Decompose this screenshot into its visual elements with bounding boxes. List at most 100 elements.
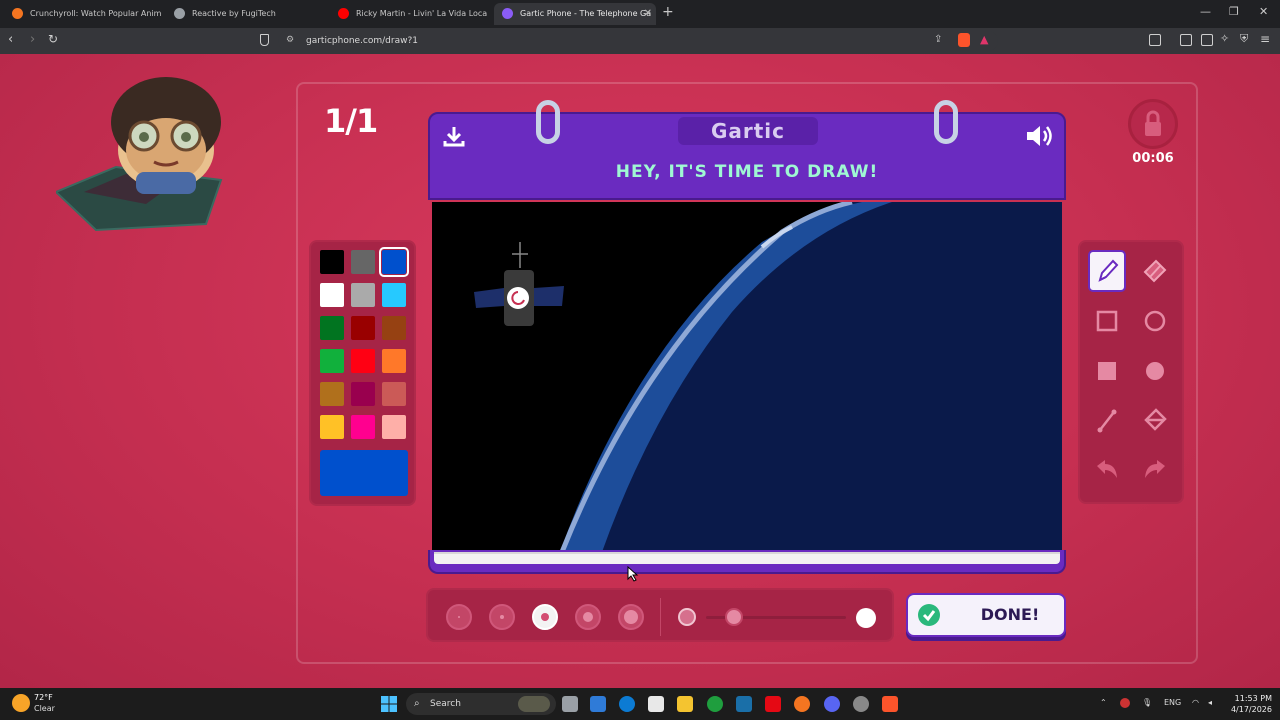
drawing-canvas[interactable] (432, 202, 1062, 552)
task-view-icon[interactable] (562, 696, 578, 712)
sidebar-icon[interactable] (1180, 34, 1192, 46)
color-swatch[interactable] (351, 316, 375, 340)
store-icon[interactable] (648, 696, 664, 712)
opacity-slider-handle[interactable] (725, 608, 743, 626)
minimize-window-button[interactable]: — (1200, 5, 1211, 18)
brave-shields-icon[interactable] (958, 33, 970, 47)
microphone-icon[interactable]: 🎙 (1142, 698, 1152, 707)
weather-temp: 72°F (34, 693, 53, 702)
circle-outline-tool-button[interactable] (1136, 300, 1174, 342)
color-palette (309, 240, 416, 506)
download-icon[interactable] (442, 124, 466, 148)
app-settings-icon[interactable] (853, 696, 869, 712)
done-button[interactable]: DONE! (906, 593, 1066, 637)
tray-app-icon[interactable] (1120, 698, 1130, 708)
color-swatch[interactable] (382, 316, 406, 340)
edge-icon[interactable] (619, 696, 635, 712)
crunchyroll-favicon-icon (12, 8, 23, 19)
brush-size-4-button[interactable] (575, 604, 601, 630)
wifi-icon[interactable]: ◠ (1192, 698, 1199, 707)
browser-tab-active[interactable]: Gartic Phone - The Telephone Ga ✕ (494, 3, 656, 25)
address-bar[interactable]: ⚙ garticphone.com/draw?1 ⇪ ▲ (278, 31, 998, 51)
crunchyroll-icon[interactable] (794, 696, 810, 712)
rectangle-filled-tool-button[interactable] (1088, 350, 1126, 392)
eraser-tool-button[interactable] (1136, 250, 1174, 292)
brush-size-5-button[interactable] (618, 604, 644, 630)
brave-rewards-icon[interactable]: ▲ (980, 33, 988, 46)
forward-button[interactable]: › (30, 32, 35, 47)
color-swatch[interactable] (320, 283, 344, 307)
circle-filled-tool-button[interactable] (1136, 350, 1174, 392)
app-icon[interactable] (736, 696, 752, 712)
bookmark-icon[interactable] (260, 34, 269, 46)
brush-size-1-button[interactable] (446, 604, 472, 630)
fill-bucket-tool-button[interactable] (1136, 400, 1174, 442)
reader-mode-icon[interactable] (1149, 34, 1161, 46)
opacity-min-icon (678, 608, 696, 626)
browser-tab[interactable]: Ricky Martin - Livin' La Vida Loca (au (330, 3, 490, 25)
binder-ring-icon (934, 100, 958, 144)
board-header: Gartic HEY, IT'S TIME TO DRAW! (428, 100, 1066, 200)
color-swatch[interactable] (320, 415, 344, 439)
back-button[interactable]: ‹ (8, 32, 13, 47)
weather-icon[interactable] (12, 694, 30, 712)
color-swatch[interactable] (320, 250, 344, 274)
color-swatch[interactable] (351, 415, 375, 439)
reload-button[interactable]: ↻ (48, 32, 58, 46)
undo-button[interactable] (1088, 450, 1126, 492)
new-tab-button[interactable]: + (662, 4, 674, 20)
search-icon: ⌕ (414, 698, 420, 709)
vpn-icon[interactable]: ⛨ (1240, 32, 1248, 46)
brave-icon[interactable] (882, 696, 898, 712)
color-swatch[interactable] (351, 283, 375, 307)
taskbar-search[interactable]: ⌕ Search (406, 693, 556, 715)
binder-ring-icon (536, 100, 560, 144)
windows-start-icon[interactable] (381, 696, 397, 712)
color-swatch[interactable] (382, 349, 406, 373)
rectangle-outline-tool-button[interactable] (1088, 300, 1126, 342)
discord-icon[interactable] (824, 696, 840, 712)
netflix-icon[interactable] (765, 696, 781, 712)
leo-ai-icon[interactable]: ✧ (1220, 32, 1229, 45)
show-hidden-icons[interactable]: ⌃ (1100, 698, 1107, 707)
site-info-icon[interactable]: ⚙ (286, 35, 294, 45)
color-swatch[interactable] (382, 283, 406, 307)
color-swatch[interactable] (320, 349, 344, 373)
search-label: Search (430, 699, 461, 709)
color-swatch[interactable] (382, 415, 406, 439)
color-swatch[interactable] (379, 247, 409, 277)
system-clock[interactable]: 11:53 PM 4/17/2026 (1224, 693, 1272, 715)
lock-button[interactable] (1128, 99, 1178, 149)
language-indicator[interactable]: ENG (1164, 698, 1181, 707)
close-tab-icon[interactable]: ✕ (644, 3, 652, 25)
color-swatch[interactable] (382, 382, 406, 406)
file-explorer-icon[interactable] (677, 696, 693, 712)
pencil-tool-button[interactable] (1088, 250, 1126, 292)
circle-outline-icon (1144, 310, 1166, 332)
share-icon[interactable]: ⇪ (934, 34, 942, 45)
close-window-button[interactable]: ✕ (1259, 5, 1268, 18)
color-swatch[interactable] (351, 250, 375, 274)
color-swatch[interactable] (320, 382, 344, 406)
brush-size-3-button[interactable] (532, 604, 558, 630)
maximize-window-button[interactable]: ❐ (1229, 5, 1239, 18)
sound-icon[interactable] (1024, 122, 1054, 150)
color-swatch[interactable] (351, 382, 375, 406)
opacity-max-icon (856, 608, 876, 628)
player-avatar (56, 77, 223, 232)
volume-icon[interactable]: ◂ (1208, 698, 1212, 707)
copilot-icon[interactable] (590, 696, 606, 712)
browser-tab[interactable]: Reactive by FugiTech (166, 3, 326, 25)
browser-tab[interactable]: Crunchyroll: Watch Popular Anime, Pl (4, 3, 162, 25)
brush-size-2-button[interactable] (489, 604, 515, 630)
drawing (474, 202, 1062, 552)
redo-button[interactable] (1136, 450, 1174, 492)
board-footer (428, 550, 1066, 574)
menu-icon[interactable]: ≡ (1260, 32, 1270, 46)
xbox-icon[interactable] (707, 696, 723, 712)
color-swatch[interactable] (351, 349, 375, 373)
paper-edge (434, 552, 1060, 564)
wallet-icon[interactable] (1201, 34, 1213, 46)
line-tool-button[interactable] (1088, 400, 1126, 442)
color-swatch[interactable] (320, 316, 344, 340)
